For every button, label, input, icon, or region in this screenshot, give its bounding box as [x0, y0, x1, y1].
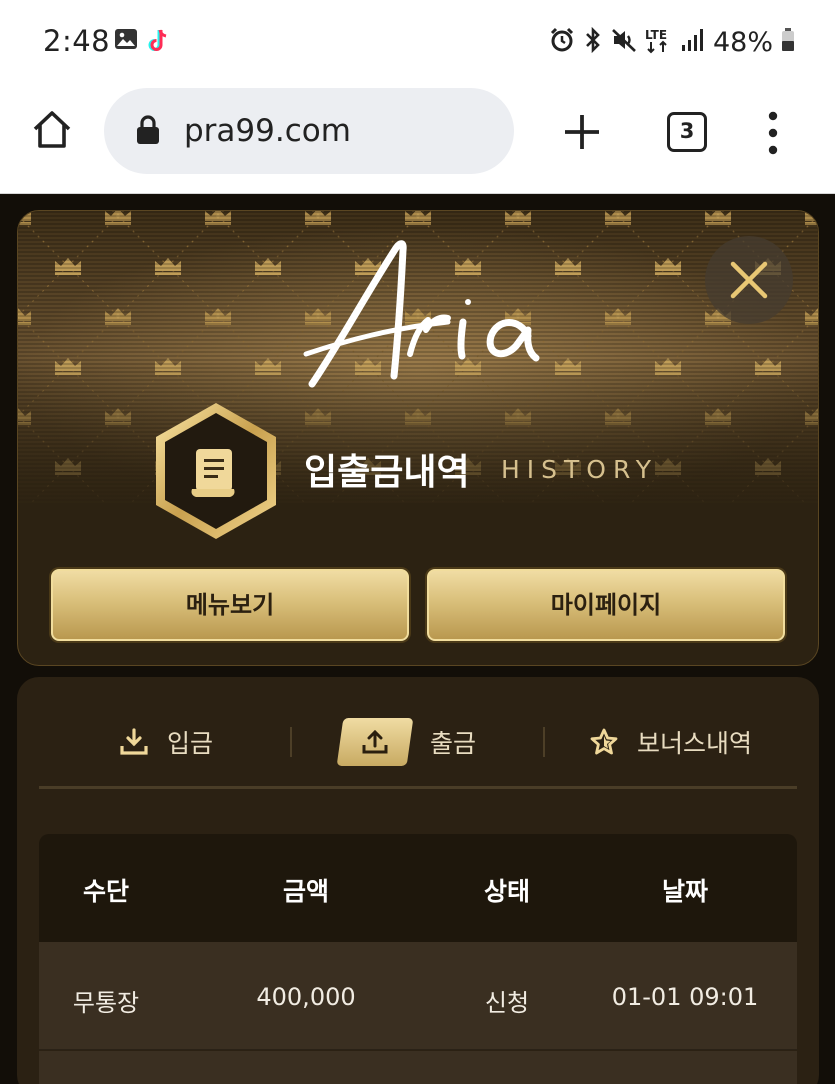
cell-date: 01-01 09:01: [611, 983, 759, 1011]
menu-button[interactable]: 메뉴보기: [51, 569, 409, 641]
table-row[interactable]: [39, 1051, 797, 1084]
star-icon: [589, 727, 619, 757]
page-title: 입출금내역: [304, 452, 470, 493]
tab-deposit-label: 입금: [167, 729, 214, 758]
receipt-icon: [191, 449, 235, 497]
tab-switcher-button[interactable]: 3: [667, 112, 707, 152]
close-icon: [730, 261, 768, 299]
tab-divider: [290, 727, 292, 757]
mute-icon: [611, 27, 637, 57]
close-button[interactable]: [705, 236, 793, 324]
cell-amount: 400,000: [256, 983, 356, 1011]
more-vertical-icon: [768, 111, 778, 155]
history-hex-badge: [148, 399, 284, 543]
plus-icon: [565, 115, 599, 149]
home-icon: [33, 111, 71, 148]
svg-text:LTE: LTE: [645, 28, 667, 42]
browser-menu-button[interactable]: [760, 110, 786, 156]
status-time: 2:48: [43, 24, 111, 58]
lock-icon: [136, 115, 160, 149]
signal-icon: [681, 28, 705, 56]
column-header-amount: 금액: [282, 877, 330, 906]
address-bar[interactable]: pra99.com: [104, 88, 514, 174]
browser-toolbar: pra99.com 3: [0, 84, 835, 194]
column-header-method: 수단: [82, 877, 130, 906]
url-text: pra99.com: [184, 113, 351, 149]
download-icon: [119, 727, 149, 757]
history-table: 수단 금액 상태 날짜 무통장 400,000 신청 01-01 09:01: [39, 834, 797, 1084]
tab-withdraw-label: 출금: [430, 729, 477, 758]
tab-deposit[interactable]: 입금: [119, 717, 213, 767]
history-panel: 입금 출금 보너스내역 수단 금액 상태 날짜 무통장 400,000 신청 0…: [17, 677, 819, 1084]
home-button[interactable]: [30, 108, 74, 152]
active-tab-indicator: [336, 718, 414, 766]
history-header-card: 입출금내역 HISTORY 메뉴보기 마이페이지: [17, 210, 819, 666]
tab-underline: [39, 786, 797, 789]
table-header: 수단 금액 상태 날짜: [39, 834, 797, 942]
tab-divider: [543, 727, 545, 757]
battery-percent: 48%: [712, 26, 773, 58]
status-bar: 2:48 LTE 48%: [0, 0, 835, 84]
tiktok-icon: [148, 28, 172, 58]
tab-bonus-label: 보너스내역: [637, 729, 753, 758]
column-header-date: 날짜: [661, 877, 709, 906]
cell-method: 무통장: [72, 989, 140, 1017]
upload-icon: [361, 728, 389, 756]
alarm-icon: [549, 27, 575, 57]
bluetooth-icon: [583, 26, 603, 57]
cell-status: 신청: [484, 989, 530, 1017]
aria-logo: [298, 236, 548, 396]
image-icon: [114, 28, 138, 58]
battery-icon: [781, 28, 795, 56]
page-subtitle: HISTORY: [501, 455, 659, 484]
column-header-status: 상태: [483, 877, 531, 906]
new-tab-button[interactable]: [560, 110, 604, 154]
lte-icon: LTE: [645, 26, 673, 58]
table-row[interactable]: 무통장 400,000 신청 01-01 09:01: [39, 942, 797, 1050]
tab-bonus[interactable]: 보너스내역: [589, 717, 752, 767]
mypage-button[interactable]: 마이페이지: [427, 569, 785, 641]
tab-withdraw[interactable]: 출금: [336, 717, 477, 767]
